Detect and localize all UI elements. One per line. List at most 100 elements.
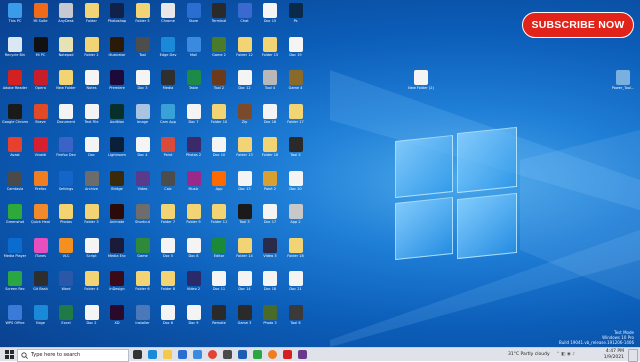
desktop-icon[interactable]: Doc 12 (232, 70, 258, 102)
desktop-icon[interactable]: Chrome (155, 3, 181, 35)
desktop-icon[interactable]: Folder 4 (79, 271, 105, 303)
desktop-icon[interactable]: iTunes (28, 237, 54, 270)
desktop-icon[interactable]: Folder 8 (155, 271, 181, 303)
desktop-icon[interactable]: Ps (283, 3, 309, 35)
desktop-icon[interactable]: Screen Rec (2, 271, 28, 303)
taskbar-search-box[interactable]: Type here to search (17, 349, 129, 362)
desktop-icon[interactable]: Greenshot (2, 204, 28, 236)
desktop-icon[interactable]: Folder 11 (206, 204, 232, 236)
desktop-icon[interactable]: Vivaldi (28, 137, 54, 169)
desktop-icon[interactable]: Shortcut (130, 204, 156, 236)
desktop-icon[interactable]: Doc 20 (283, 170, 309, 203)
desktop-icon[interactable]: Doc 14 (232, 271, 258, 303)
desktop-icon[interactable]: Doc 15 (257, 3, 283, 35)
desktop-icon[interactable]: Folder 14 (232, 237, 258, 270)
desktop-icon[interactable]: Photoshop (104, 3, 130, 35)
tray-icons[interactable]: ⌃ ◧ ◉ ♪ (556, 348, 575, 361)
desktop-icon[interactable]: Folder 7 (155, 204, 181, 236)
desktop-icon[interactable]: InDesign (104, 271, 130, 303)
desktop-icon[interactable]: Table (181, 70, 207, 102)
desktop-icon[interactable]: Folder 16 (257, 137, 283, 169)
task-view-icon[interactable] (133, 350, 142, 359)
desktop-icon[interactable]: Lightroom (104, 137, 130, 169)
desktop-icon[interactable]: Document (53, 103, 79, 136)
desktop-icon[interactable]: WPS Office (2, 304, 28, 337)
desktop-icon[interactable]: Calc (155, 170, 181, 203)
desktop-icon[interactable]: Tool 5 (283, 137, 309, 169)
desktop-icon[interactable]: Folder 9 (181, 204, 207, 236)
desktop-icon[interactable]: Notepad (53, 36, 79, 69)
weather-widget[interactable]: 31°C Partly cloudy (508, 348, 550, 361)
desktop-icon[interactable]: Git Bash (28, 271, 54, 303)
desktop-icon[interactable]: Doc 19 (283, 36, 309, 69)
desktop-icon[interactable]: Text File (79, 103, 105, 136)
desktop-icon[interactable]: Photo 3 (257, 304, 283, 337)
desktop-icon[interactable]: Folder 3 (79, 204, 105, 236)
desktop-icon[interactable]: Image (130, 103, 156, 136)
desktop-icon[interactable]: Paint (155, 137, 181, 169)
desktop-icon[interactable]: Doc 11 (206, 271, 232, 303)
desktop-icon[interactable]: Doc 4 (130, 137, 156, 169)
desktop-icon[interactable]: Doc 7 (181, 103, 207, 136)
edge-icon[interactable] (148, 350, 157, 359)
desktop-icon[interactable]: Folder (79, 3, 105, 35)
desktop-icon[interactable]: Photos (53, 204, 79, 236)
desktop-icon[interactable]: New Folder (53, 70, 79, 102)
desktop-icon[interactable]: Firefox Dev (53, 137, 79, 169)
desktop-icon[interactable]: Google Chrome (2, 103, 28, 136)
desktop-icon[interactable]: Doc 10 (206, 137, 232, 169)
desktop-icon[interactable]: Chat (232, 3, 258, 35)
desktop-icon[interactable]: Tool 4 (257, 70, 283, 102)
desktop-icon[interactable]: Mi Suite (28, 3, 54, 35)
desktop-icon[interactable]: Firefox (28, 170, 54, 203)
desktop-icon[interactable]: Doc 21 (283, 271, 309, 303)
desktop-icon[interactable]: Tool 2 (206, 70, 232, 102)
desktop-icon[interactable]: Avast (2, 137, 28, 169)
opera-icon[interactable] (283, 350, 292, 359)
desktop-icon[interactable]: Adobe Reader (2, 70, 28, 102)
desktop-icon[interactable]: Mail (181, 36, 207, 69)
desktop-icon[interactable]: Game 2 (206, 36, 232, 69)
desktop-icon[interactable]: Premiere (104, 70, 130, 102)
desktop-icon[interactable]: Camtasia (2, 170, 28, 203)
desktop-icon[interactable]: Media Enc (104, 237, 130, 270)
desktop-icon[interactable]: Folder 10 (206, 103, 232, 136)
desktop-icon[interactable]: Media Player (2, 237, 28, 270)
notification-center-icon[interactable] (628, 349, 638, 362)
desktop-icon[interactable]: Edge Dev (155, 36, 181, 69)
desktop-icon[interactable]: Installer (130, 304, 156, 337)
desktop-icon[interactable]: App 2 (283, 204, 309, 236)
desktop-icon[interactable]: Archive (79, 170, 105, 203)
desktop-icon[interactable]: Illustrator (104, 36, 130, 69)
firefox-icon[interactable] (268, 350, 277, 359)
desktop-icon[interactable]: Folder 15 (257, 36, 283, 69)
desktop-icon[interactable]: Doc 17 (257, 204, 283, 236)
desktop-icon[interactable]: Folder 12 (232, 36, 258, 69)
desktop-icon[interactable]: Video 2 (181, 271, 207, 303)
desktop-icon[interactable]: Excel (53, 304, 79, 337)
desktop-icon[interactable]: Folder 18 (283, 237, 309, 270)
desktop-icon[interactable]: Script (79, 237, 105, 270)
desktop-icon[interactable]: Zip (232, 103, 258, 136)
desktop-icon[interactable]: App (206, 170, 232, 203)
desktop-icon[interactable]: Brave (28, 103, 54, 136)
desktop-icon[interactable]: Doc 5 (155, 237, 181, 270)
mail-icon[interactable] (193, 350, 202, 359)
desktop-icon[interactable]: Doc 16 (257, 103, 283, 136)
desktop-icon[interactable]: Animate (104, 204, 130, 236)
photoshop-icon[interactable] (238, 350, 247, 359)
desktop-icon[interactable]: XD (104, 304, 130, 337)
desktop-icon[interactable]: Doc 9 (181, 304, 207, 337)
desktop-icon[interactable]: Doc 3 (130, 70, 156, 102)
desktop-icon[interactable]: Doc 18 (257, 271, 283, 303)
desktop-icon[interactable]: Mi PC (28, 36, 54, 69)
windows-start-icon[interactable] (2, 349, 16, 360)
desktop-icon[interactable]: Video (130, 170, 156, 203)
greenshot-icon[interactable] (253, 350, 262, 359)
desktop-icon[interactable]: Opera (28, 70, 54, 102)
desktop-icon[interactable]: New Folder (2) (408, 70, 434, 102)
desktop-icon[interactable]: Doc 2 (79, 304, 105, 337)
desktop-icon[interactable]: Tool 6 (283, 304, 309, 337)
desktop-icon[interactable]: Doc (79, 137, 105, 169)
desktop-icon[interactable]: Doc 6 (155, 304, 181, 337)
